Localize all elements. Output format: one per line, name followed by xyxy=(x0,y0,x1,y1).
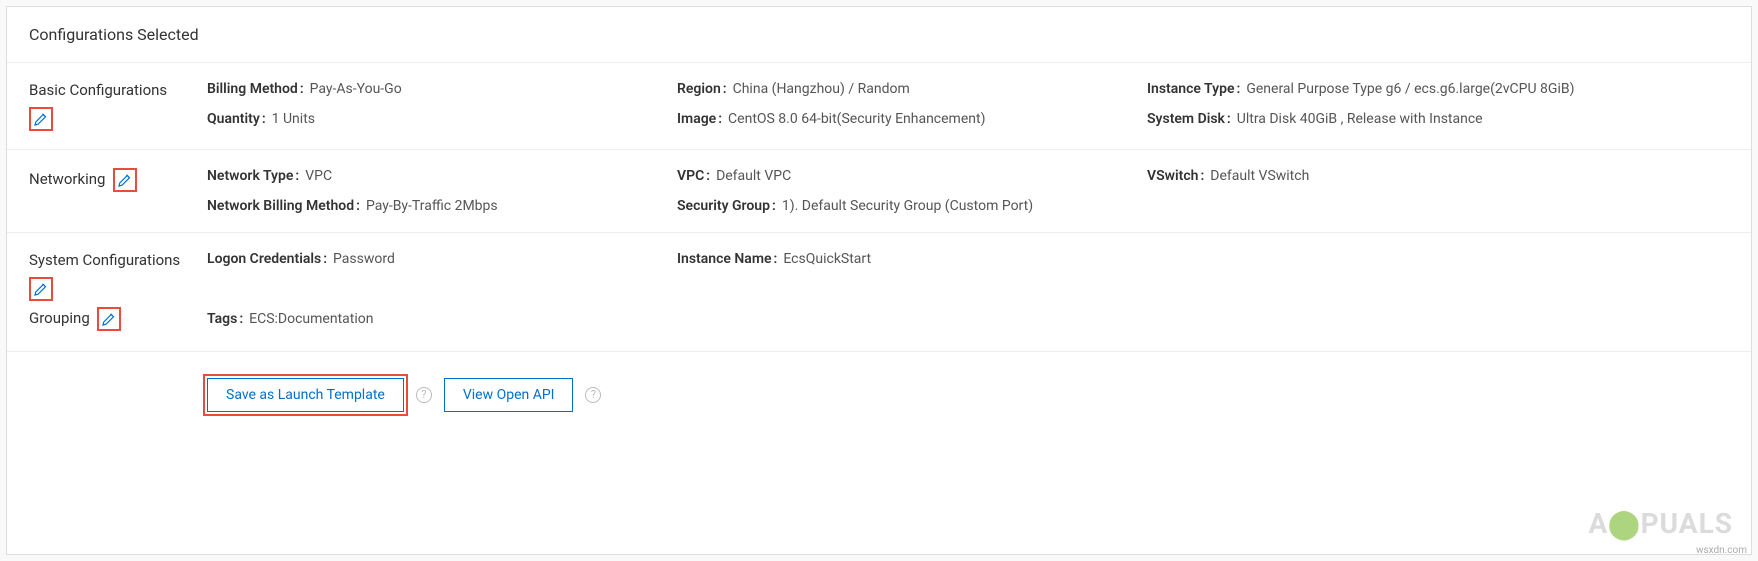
edit-basic-button[interactable] xyxy=(29,107,53,131)
pencil-icon xyxy=(116,171,134,189)
kv-network-billing: Network Billing Method: Pay-By-Traffic 2… xyxy=(207,198,677,214)
pencil-icon xyxy=(100,310,118,328)
kv-quantity: Quantity: 1 Units xyxy=(207,111,677,127)
section-label-networking: Networking xyxy=(29,170,105,188)
kv-instance-type: Instance Type: General Purpose Type g6 /… xyxy=(1147,81,1751,97)
kv-logon-credentials: Logon Credentials: Password xyxy=(207,251,677,267)
kv-network-type: Network Type: VPC xyxy=(207,168,677,184)
pencil-icon xyxy=(32,280,50,298)
edit-system-button[interactable] xyxy=(29,277,53,301)
kv-region: Region: China (Hangzhou) / Random xyxy=(677,81,1147,97)
kv-system-disk: System Disk: Ultra Disk 40GiB , Release … xyxy=(1147,111,1751,127)
edit-networking-button[interactable] xyxy=(113,168,137,192)
kv-instance-name: Instance Name: EcsQuickStart xyxy=(677,251,1147,267)
panel-title: Configurations Selected xyxy=(7,7,1751,63)
pencil-icon xyxy=(32,110,50,128)
section-label-basic: Basic Configurations xyxy=(29,81,167,99)
section-networking: Networking Network Type: VPC Network Bil… xyxy=(7,150,1751,233)
kv-vpc: VPC: Default VPC xyxy=(677,168,1147,184)
kv-tags: Tags: ECS:Documentation xyxy=(207,311,677,327)
kv-billing-method: Billing Method: Pay-As-You-Go xyxy=(207,81,677,97)
section-system-grouping: System Configurations Grouping Logon Cre… xyxy=(7,233,1751,352)
help-icon[interactable]: ? xyxy=(416,387,432,403)
view-open-api-button[interactable]: View Open API xyxy=(444,378,574,412)
kv-security-group: Security Group: 1). Default Security Gro… xyxy=(677,198,1147,214)
kv-vswitch: VSwitch: Default VSwitch xyxy=(1147,168,1751,184)
configurations-panel: Configurations Selected Basic Configurat… xyxy=(6,6,1752,555)
help-icon[interactable]: ? xyxy=(585,387,601,403)
save-as-launch-template-button[interactable]: Save as Launch Template xyxy=(207,378,404,412)
kv-image: Image: CentOS 8.0 64-bit(Security Enhanc… xyxy=(677,111,1147,127)
section-label-grouping: Grouping xyxy=(29,309,90,327)
source-tag: wsxdn.com xyxy=(1696,545,1747,556)
section-basic: Basic Configurations Billing Method: Pay… xyxy=(7,63,1751,150)
edit-grouping-button[interactable] xyxy=(97,307,121,331)
action-row: Save as Launch Template ? View Open API … xyxy=(7,352,1751,412)
watermark-logo: A⬤PUALS xyxy=(1588,507,1733,540)
section-label-system: System Configurations xyxy=(29,251,180,269)
